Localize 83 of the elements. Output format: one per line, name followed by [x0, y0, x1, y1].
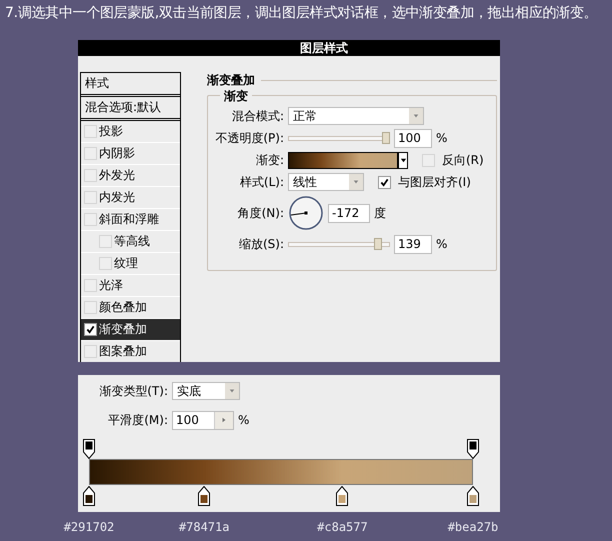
- checkbox[interactable]: [84, 301, 97, 314]
- color-code-label: #291702: [62, 520, 116, 534]
- angle-dial[interactable]: [288, 195, 324, 231]
- gradient-slider[interactable]: [83, 439, 479, 506]
- checkbox-label: 与图层对齐(I): [398, 174, 471, 190]
- list-header[interactable]: 样式: [81, 73, 180, 97]
- style-item-label: 内阴影: [99, 145, 135, 162]
- unit-label: 度: [374, 204, 386, 222]
- field-label: 渐变:: [254, 152, 284, 168]
- style-item[interactable]: 外发光: [81, 165, 180, 187]
- field-label: 混合模式:: [230, 108, 284, 124]
- color-stop-icon[interactable]: [467, 486, 479, 506]
- color-stop-icon[interactable]: [198, 486, 210, 506]
- group-title: 渐变: [220, 88, 252, 105]
- style-item-label: 纹理: [114, 255, 138, 272]
- opacity-slider[interactable]: [288, 131, 390, 145]
- caption-text: 7.调选其中一个图层蒙版,双击当前图层，调出图层样式对话框，选中渐变叠加，拖出相应的渐变。: [5, 4, 598, 22]
- style-item[interactable]: 渐变叠加: [81, 319, 180, 341]
- checkbox[interactable]: [84, 125, 97, 138]
- style-item-label: 颜色叠加: [99, 299, 147, 316]
- style-item-label: 图案叠加: [99, 343, 147, 360]
- field-label: 平滑度(M):: [107, 412, 168, 428]
- checkbox[interactable]: [84, 169, 97, 182]
- color-stop-icon[interactable]: [83, 486, 95, 506]
- color-stop-icon[interactable]: [336, 486, 348, 506]
- style-item[interactable]: 光泽: [81, 275, 180, 297]
- checkbox-label: 反向(R): [442, 152, 484, 168]
- style-item-label: 外发光: [99, 167, 135, 184]
- field-label: 不透明度(P):: [214, 130, 284, 146]
- style-item-label: 渐变叠加: [99, 321, 147, 338]
- unit-label: %: [238, 413, 250, 427]
- style-item-label: 投影: [99, 123, 123, 140]
- checkbox[interactable]: [99, 257, 112, 270]
- checkbox[interactable]: [84, 213, 97, 226]
- style-item-label: 光泽: [99, 277, 123, 294]
- checkbox[interactable]: [84, 191, 97, 204]
- style-item-label: 等高线: [114, 233, 150, 250]
- unit-label: %: [436, 237, 448, 251]
- list-header[interactable]: 混合选项:默认: [81, 97, 180, 121]
- style-item[interactable]: 图案叠加: [81, 341, 180, 362]
- section-title: 渐变叠加: [207, 72, 255, 89]
- gradient-type-dropdown[interactable]: 实底: [172, 382, 240, 400]
- caret-icon: [413, 113, 419, 119]
- checkbox[interactable]: [84, 279, 97, 292]
- arrow-right-icon: [221, 417, 227, 423]
- opacity-stop-icon[interactable]: [83, 439, 95, 459]
- unit-label: %: [436, 131, 448, 145]
- angle-input[interactable]: -172: [328, 204, 370, 222]
- style-item-label: 内发光: [99, 189, 135, 206]
- caret-icon: [400, 156, 406, 164]
- field-label: 角度(N):: [236, 204, 284, 222]
- style-item[interactable]: 纹理: [81, 253, 180, 275]
- blend-mode-dropdown[interactable]: 正常: [288, 107, 424, 125]
- gradient-bar[interactable]: [89, 459, 473, 485]
- style-item[interactable]: 内阴影: [81, 143, 180, 165]
- gradient-swatch[interactable]: [288, 152, 398, 168]
- window-title: 图层样式: [300, 40, 348, 56]
- align-checkbox[interactable]: [378, 176, 391, 188]
- style-item[interactable]: 内发光: [81, 187, 180, 209]
- checkbox[interactable]: [84, 323, 97, 336]
- style-item[interactable]: 等高线: [81, 231, 180, 253]
- field-label: 缩放(S):: [238, 236, 284, 252]
- reverse-checkbox[interactable]: [422, 154, 435, 166]
- color-code-label: #bea27b: [446, 520, 500, 534]
- scale-input[interactable]: 139: [394, 234, 432, 254]
- caret-icon: [229, 388, 235, 394]
- checkbox[interactable]: [99, 235, 112, 248]
- scale-slider[interactable]: [288, 237, 390, 251]
- smoothness-input[interactable]: 100: [172, 410, 234, 430]
- opacity-stop-icon[interactable]: [467, 439, 479, 459]
- field-label: 样式(L):: [238, 174, 284, 190]
- checkbox[interactable]: [84, 147, 97, 160]
- color-code-label: #c8a577: [316, 520, 369, 534]
- opacity-input[interactable]: 100: [394, 128, 432, 148]
- style-item[interactable]: 投影: [81, 121, 180, 143]
- caret-icon: [353, 179, 359, 185]
- color-code-label: #78471a: [178, 520, 230, 534]
- style-item[interactable]: 斜面和浮雕: [81, 209, 180, 231]
- style-dropdown[interactable]: 线性: [288, 173, 364, 191]
- field-label: 渐变类型(T):: [98, 382, 168, 400]
- checkbox[interactable]: [84, 345, 97, 358]
- dropdown-arrow-button[interactable]: [398, 152, 408, 168]
- style-item-label: 斜面和浮雕: [99, 211, 159, 228]
